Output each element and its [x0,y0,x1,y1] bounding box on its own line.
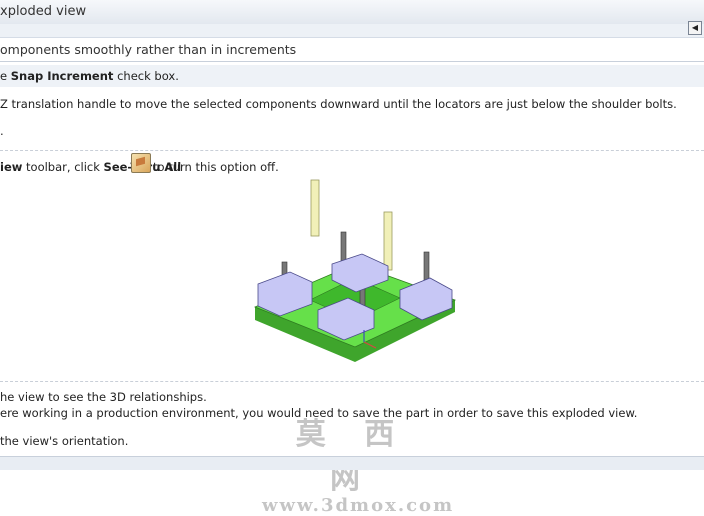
step-orientation: the view's orientation. [0,434,129,448]
shoulder-bolt [340,231,347,263]
section-heading: omponents smoothly rather than in increm… [0,42,297,57]
step-view-3d: he view to see the 3D relationships. [0,390,207,404]
dashed-divider [0,150,704,151]
window-title: xploded view [0,4,87,19]
window-titlebar: xploded view [0,0,704,25]
step-bold-text: iew [0,160,23,174]
see-thru-all-icon[interactable] [131,153,151,173]
step-text: check box. [113,69,179,83]
step-text: e [0,69,11,83]
watermark-chinese: 莫 西 网 [295,417,409,496]
step-period: . [0,124,4,138]
toolbar-strip [0,24,704,38]
locator-pin [383,211,393,271]
step-snap-increment: e Snap Increment check box. [0,69,179,83]
step-translation-handle: Z translation handle to move the selecte… [0,97,677,111]
bottom-bar [0,456,704,470]
shoulder-bolt [423,251,430,283]
watermark-url: www.3dmox.com [262,495,455,516]
locator-pin [310,179,320,237]
divider [0,61,704,62]
dashed-divider [0,381,704,382]
step-bold-text: Snap Increment [10,69,114,83]
exploded-mold-illustration [253,179,457,362]
collapse-left-icon[interactable]: ◀ [688,21,702,35]
step-text: toolbar, click [22,160,104,174]
